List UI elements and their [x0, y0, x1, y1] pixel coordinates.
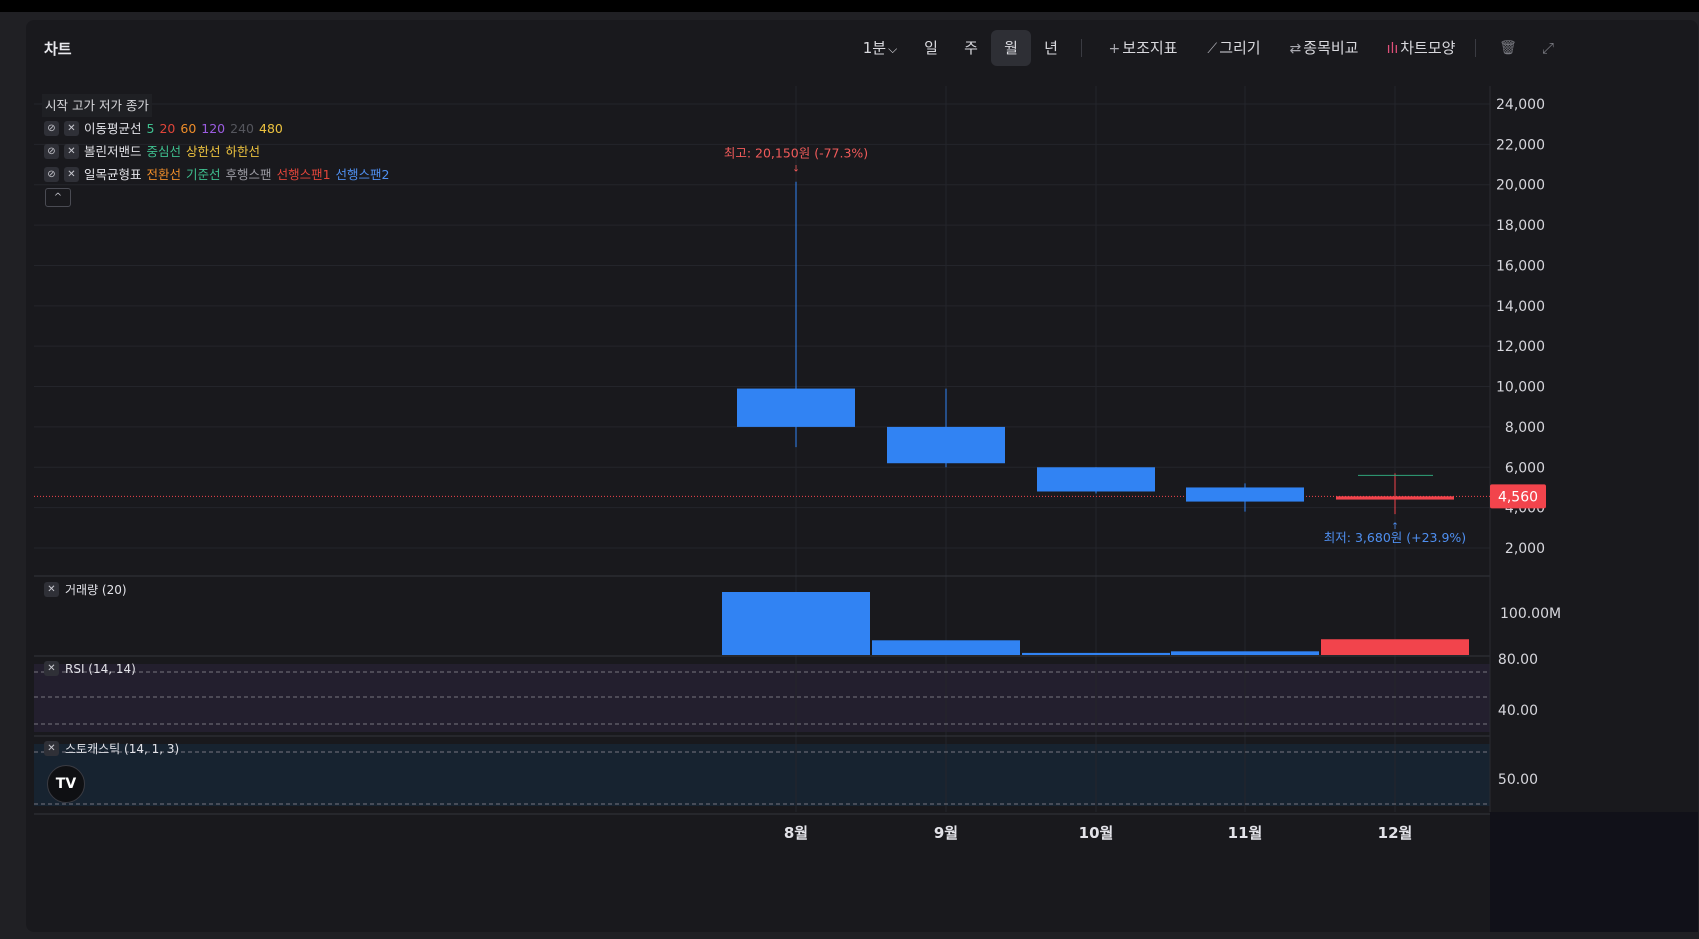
ichimoku-legend-parts: 전환선 기준선 후행스팬 선행스팬1 선행스팬2 [147, 163, 395, 186]
month-tick-label: 11월 [1228, 824, 1263, 842]
volume-bar [1022, 652, 1170, 655]
ma-legend-periods: 5 20 60 120 240 480 [147, 117, 288, 140]
price-tick-label: 16,000 [1496, 258, 1545, 274]
price-tick-label: 2,000 [1505, 541, 1545, 557]
axis-corner [1490, 812, 1698, 932]
visibility-icon[interactable]: ⊘ [44, 121, 59, 136]
tradingview-logo[interactable]: TV [47, 765, 85, 803]
close-icon[interactable]: ✕ [64, 167, 79, 182]
ma-period-label: 60 [180, 121, 197, 136]
high-arrow: ↓ [792, 165, 800, 175]
close-icon[interactable]: ✕ [44, 582, 59, 597]
visibility-icon[interactable]: ⊘ [44, 144, 59, 159]
close-icon[interactable]: ✕ [64, 121, 79, 136]
ma-period-label: 240 [230, 121, 254, 136]
legend-collapse-row: ^ [44, 186, 394, 209]
ichimoku-line-label: 선행스팬1 [276, 167, 331, 182]
price-tick-label: 14,000 [1496, 299, 1545, 315]
ma-period-label: 5 [146, 121, 155, 136]
ohlc-label: 시작 고가 저가 종가 [42, 94, 152, 117]
ichimoku-line-label: 전환선 [146, 167, 182, 182]
candle-body [1336, 496, 1454, 500]
month-tick-label: 10월 [1079, 824, 1114, 842]
bb-line-label: 하한선 [225, 144, 261, 159]
rsi-pane-label: ✕ RSI (14, 14) [44, 661, 136, 676]
ma-period-label: 20 [159, 121, 176, 136]
high-annotation: 최고: 20,150원 (-77.3%) [724, 146, 868, 161]
bb-line-label: 중심선 [146, 144, 182, 159]
price-tick-label: 24,000 [1496, 97, 1545, 113]
rsi-tick-label: 80.00 [1498, 652, 1538, 668]
candle-body [1186, 487, 1304, 502]
price-tick-label: 20,000 [1496, 178, 1545, 194]
bb-legend-parts: 중심선 상한선 하한선 [147, 140, 266, 163]
collapse-legend-button[interactable]: ^ [45, 188, 71, 207]
ma-period-label: 480 [259, 121, 283, 136]
visibility-icon[interactable]: ⊘ [44, 167, 59, 182]
volume-bar [1321, 639, 1469, 655]
ma-legend-row: ⊘ ✕ 이동평균선 5 20 60 120 240 480 [44, 117, 394, 140]
volume-bar [872, 640, 1020, 655]
stoch-tick-label: 50.00 [1498, 772, 1538, 788]
price-tick-label: 6,000 [1505, 460, 1545, 476]
price-tick-label: 8,000 [1505, 420, 1545, 436]
ichimoku-line-label: 선행스팬2 [335, 167, 390, 182]
bb-legend-row: ⊘ ✕ 볼린저밴드 중심선 상한선 하한선 [44, 140, 394, 163]
rsi-tick-label: 40.00 [1498, 703, 1538, 719]
ichimoku-legend-row: ⊘ ✕ 일목균형표 전환선 기준선 후행스팬 선행스팬1 선행스팬2 [44, 163, 394, 186]
ichimoku-line-label: 기준선 [186, 167, 221, 182]
volume-pane-label: ✕ 거래량 (20) [44, 581, 127, 598]
bb-line-label: 상한선 [186, 144, 221, 159]
current-price-label: 4,560 [1498, 489, 1538, 505]
ma-period-label: 120 [201, 121, 226, 136]
close-icon[interactable]: ✕ [44, 661, 59, 676]
candle-body [887, 426, 1005, 464]
close-icon[interactable]: ✕ [44, 741, 59, 756]
stoch-band [34, 744, 1490, 806]
volume-bar [722, 592, 870, 655]
month-tick-label: 8월 [784, 824, 808, 842]
price-tick-label: 18,000 [1496, 218, 1545, 234]
ma-legend-name: 이동평균선 [84, 121, 142, 136]
stoch-pane-label: ✕ 스토캐스틱 (14, 1, 3) [44, 740, 179, 757]
volume-bar [1171, 651, 1319, 655]
price-tick-label: 10,000 [1496, 380, 1545, 396]
price-tick-label: 12,000 [1496, 339, 1545, 355]
month-tick-label: 12월 [1378, 824, 1413, 842]
rsi-band [34, 664, 1490, 732]
low-annotation: 최저: 3,680원 (+23.9%) [1324, 530, 1466, 545]
ichimoku-line-label: 후행스팬 [225, 167, 272, 182]
indicator-legend: 시작 고가 저가 종가 ⊘ ✕ 이동평균선 5 20 60 120 240 480 ⊘ ✕… [42, 94, 394, 209]
month-tick-label: 9월 [934, 824, 958, 842]
volume-tick-label: 100.00M [1500, 606, 1561, 622]
ohlc-legend-row: 시작 고가 저가 종가 [42, 94, 394, 117]
candle-body [737, 388, 855, 427]
candle-body [1037, 467, 1155, 492]
bb-legend-name: 볼린저밴드 [84, 144, 142, 159]
ichimoku-legend-name: 일목균형표 [84, 167, 142, 182]
close-icon[interactable]: ✕ [64, 144, 79, 159]
price-tick-label: 22,000 [1496, 137, 1545, 153]
